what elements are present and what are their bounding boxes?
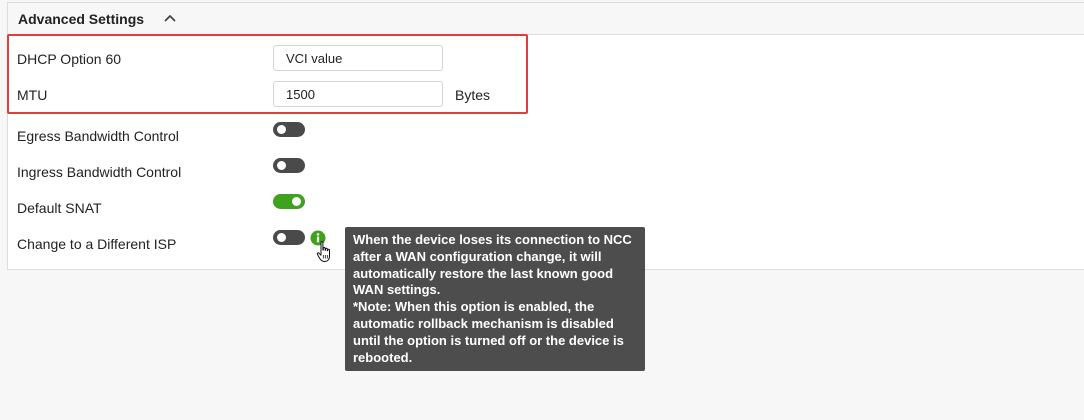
info-icon[interactable] — [310, 230, 326, 246]
panel-title: Advanced Settings — [18, 11, 145, 27]
dhcp-option-60-label: DHCP Option 60 — [17, 51, 122, 67]
egress-bandwidth-label: Egress Bandwidth Control — [17, 128, 179, 144]
tooltip-text: When the device loses its connection to … — [353, 232, 632, 298]
mtu-label: MTU — [17, 87, 48, 103]
egress-bandwidth-toggle[interactable] — [273, 122, 305, 137]
panel-header[interactable]: Advanced Settings — [8, 3, 1084, 35]
toggle-knob — [277, 161, 286, 170]
dhcp-option-60-input[interactable] — [273, 45, 443, 71]
toggle-knob — [277, 125, 286, 134]
toggle-knob — [277, 233, 286, 242]
mtu-input[interactable] — [273, 81, 443, 107]
mtu-unit: Bytes — [455, 87, 491, 103]
change-isp-label: Change to a Different ISP — [17, 236, 177, 252]
change-isp-toggle[interactable] — [273, 230, 305, 245]
default-snat-label: Default SNAT — [17, 200, 102, 216]
toggle-knob — [292, 197, 301, 206]
default-snat-toggle[interactable] — [273, 194, 305, 209]
ingress-bandwidth-toggle[interactable] — [273, 158, 305, 173]
chevron-up-icon[interactable] — [164, 13, 176, 23]
isp-info-tooltip: When the device loses its connection to … — [345, 227, 645, 371]
tooltip-note: *Note: When this option is enabled, the … — [353, 299, 624, 365]
ingress-bandwidth-label: Ingress Bandwidth Control — [17, 164, 182, 180]
